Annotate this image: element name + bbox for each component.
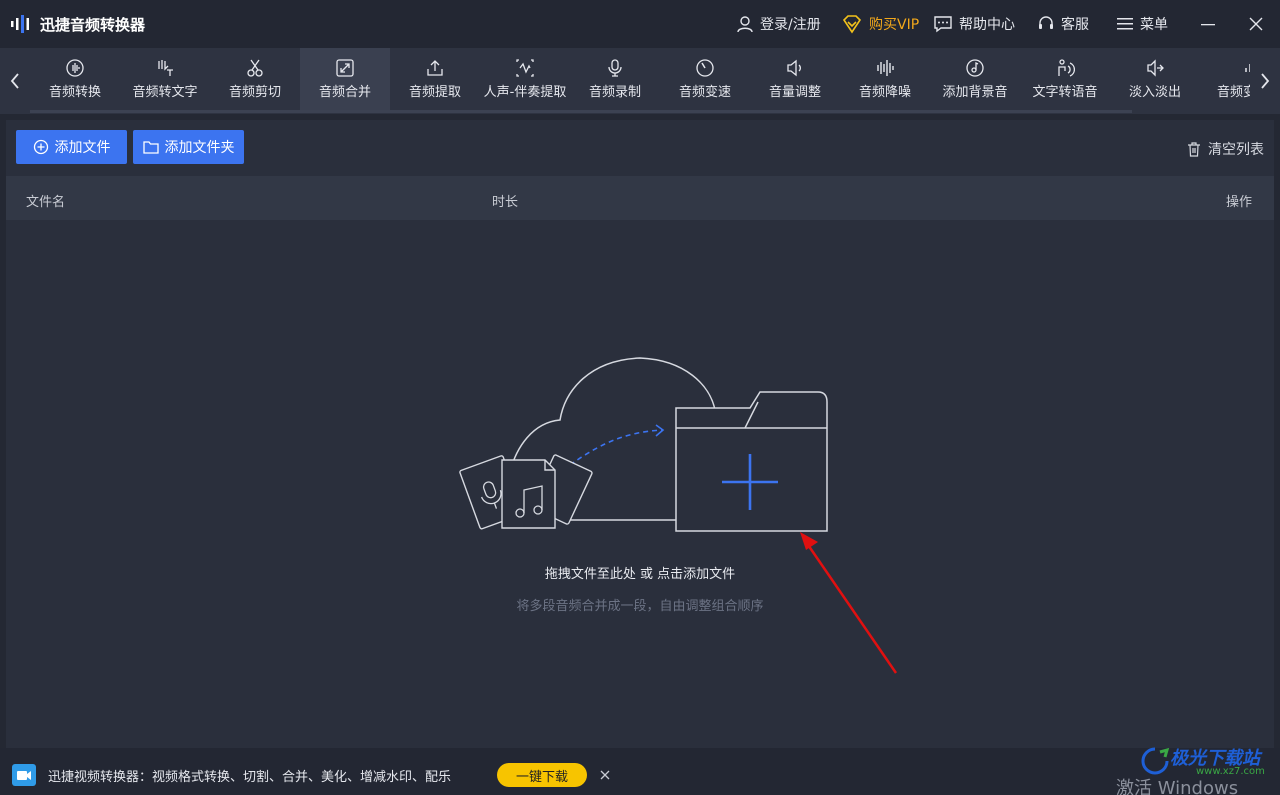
hand-text-icon (154, 57, 176, 79)
tool-label: 文字转语音 (1032, 85, 1098, 100)
video-converter-logo-icon (12, 764, 36, 786)
tools-scroll-left-button[interactable] (0, 48, 30, 114)
tool-volume-adjust[interactable]: 音量调整 (750, 48, 840, 110)
tool-label: 音频变速 (678, 85, 731, 100)
tool-audio-convert[interactable]: 音频转换 (30, 48, 120, 110)
customer-service-button[interactable]: 客服 (1037, 12, 1089, 36)
tool-audio-cut[interactable]: 音频剪切 (210, 48, 300, 110)
tool-label: 音频提取 (408, 85, 461, 100)
minimize-icon (1201, 24, 1215, 26)
tool-label: 淡入淡出 (1128, 85, 1181, 100)
merge-arrows-icon (334, 57, 356, 79)
tool-voice-extract[interactable]: 人声-伴奏提取 (480, 48, 570, 110)
app-title: 迅捷音频转换器 (40, 16, 146, 34)
microphone-icon (604, 57, 626, 79)
tool-label: 人声-伴奏提取 (483, 85, 567, 100)
tool-label: 音频转换 (48, 85, 101, 100)
promo-close-button[interactable] (597, 767, 613, 783)
add-folder-button[interactable]: 添加文件夹 (133, 130, 244, 164)
column-duration: 时长 (492, 195, 519, 210)
tool-label: 音频录制 (588, 85, 641, 100)
file-list-header: 文件名 时长 操作 (6, 176, 1274, 220)
add-file-button[interactable]: 添加文件 (16, 130, 127, 164)
site-url: www.xz7.com (1196, 766, 1265, 777)
column-actions: 操作 (1226, 195, 1253, 210)
tool-text-to-speech[interactable]: 文字转语音 (1020, 48, 1110, 110)
bars-icon (1239, 57, 1250, 79)
add-folder-label: 添加文件夹 (164, 140, 235, 156)
noise-bars-icon (874, 57, 896, 79)
tool-label: 音量调整 (768, 85, 821, 100)
tool-label: 添加背景音 (942, 85, 1008, 100)
text-speech-icon (1054, 57, 1076, 79)
folder-icon (142, 141, 159, 154)
user-icon (737, 16, 753, 33)
clear-list-label: 清空列表 (1208, 142, 1264, 158)
tool-label: 音频转文字 (132, 85, 198, 100)
voice-extract-icon (514, 57, 536, 79)
site-logo-icon (1141, 747, 1170, 775)
minimize-button[interactable] (1194, 10, 1222, 38)
cloud-folder-illustration (459, 357, 828, 532)
help-center-button[interactable]: 帮助中心 (933, 12, 1015, 36)
buy-vip-button[interactable]: 购买VIP (841, 12, 919, 36)
drop-zone[interactable] (440, 350, 840, 550)
speedometer-icon (694, 57, 716, 79)
tools-scrollbar[interactable] (30, 110, 1132, 113)
login-button[interactable]: 登录/注册 (736, 12, 821, 36)
scissors-icon (244, 57, 266, 79)
service-label: 客服 (1061, 17, 1089, 33)
plus-circle-icon (33, 139, 48, 155)
tool-audio-record[interactable]: 音频录制 (570, 48, 660, 110)
tool-label: 音频剪切 (228, 85, 281, 100)
chevron-left-icon (10, 73, 19, 89)
tool-label: 音频合并 (318, 85, 371, 100)
tool-audio-extract[interactable]: 音频提取 (390, 48, 480, 110)
chat-bubble-icon (934, 16, 952, 33)
tool-label: 音频降噪 (858, 85, 911, 100)
headset-icon (1039, 16, 1053, 29)
column-filename: 文件名 (26, 195, 66, 210)
tool-fade-in-out[interactable]: 淡入淡出 (1110, 48, 1200, 110)
close-icon (600, 770, 610, 780)
tool-audio-change[interactable]: 音频变 (1200, 48, 1250, 110)
promo-text: 迅捷视频转换器：视频格式转换、切割、合并、美化、增减水印、配乐 (48, 770, 452, 785)
menu-button[interactable]: 菜单 (1116, 12, 1168, 36)
vip-label: 购买VIP (869, 17, 920, 33)
vip-diamond-icon (842, 15, 862, 34)
fade-icon (1144, 57, 1166, 79)
tool-add-background-music[interactable]: 添加背景音 (930, 48, 1020, 110)
tools-scroll-right-button[interactable] (1250, 48, 1280, 114)
chevron-right-icon (1261, 73, 1270, 89)
close-button[interactable] (1242, 10, 1270, 38)
trash-icon (1188, 142, 1200, 157)
login-label: 登录/注册 (760, 17, 821, 33)
tool-audio-speed[interactable]: 音频变速 (660, 48, 750, 110)
music-note-circle-icon (964, 57, 986, 79)
drop-zone-hint: 拖拽文件至此处 或 点击添加文件 (544, 567, 736, 582)
tool-label: 音频变 (1217, 85, 1250, 100)
menu-label: 菜单 (1140, 17, 1168, 33)
waveform-circle-icon (64, 57, 86, 79)
site-watermark-badge: 极光下载站 www.xz7.com (1140, 742, 1272, 780)
close-icon (1249, 17, 1263, 31)
red-arrow-annotation (800, 532, 898, 674)
tool-noise-reduction[interactable]: 音频降噪 (840, 48, 930, 110)
app-logo-icon (8, 10, 36, 38)
speaker-icon (784, 57, 806, 79)
clear-list-button[interactable]: 清空列表 (1186, 139, 1264, 159)
tool-audio-merge[interactable]: 音频合并 (300, 48, 390, 110)
add-file-label: 添加文件 (54, 140, 111, 156)
upload-icon (424, 57, 446, 79)
help-label: 帮助中心 (959, 17, 1015, 33)
hamburger-icon (1117, 18, 1133, 30)
tool-audio-to-text[interactable]: 音频转文字 (120, 48, 210, 110)
one-click-download-button[interactable]: 一键下载 (497, 763, 587, 787)
